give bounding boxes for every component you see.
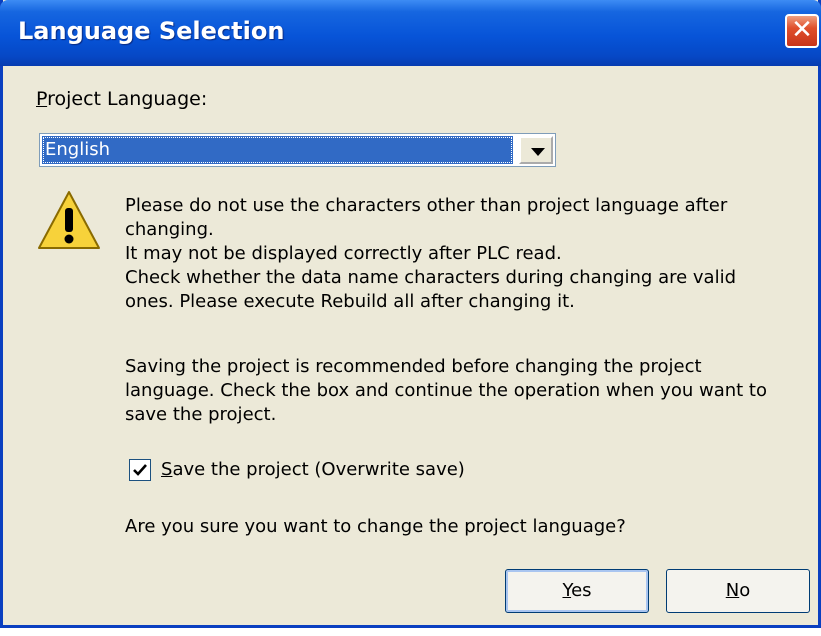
warning-message: Please do not use the characters other t… <box>125 195 737 312</box>
close-icon: ✕ <box>791 15 813 45</box>
warning-icon <box>38 191 100 249</box>
dialog-title: Language Selection <box>18 17 285 45</box>
chevron-down-icon[interactable] <box>519 136 553 164</box>
confirm-question: Are you sure you want to change the proj… <box>125 516 626 537</box>
project-language-value: English <box>42 136 513 164</box>
save-project-checkbox[interactable] <box>129 459 151 481</box>
check-icon <box>133 464 147 476</box>
title-bar[interactable]: Language Selection ✕ <box>0 0 821 66</box>
language-selection-dialog: Language Selection ✕ Project Language: E… <box>0 0 821 628</box>
no-button[interactable]: No <box>666 569 810 613</box>
close-button[interactable]: ✕ <box>785 14 819 48</box>
project-language-select[interactable]: English <box>39 133 556 167</box>
save-recommendation: Saving the project is recommended before… <box>125 356 767 425</box>
save-project-label[interactable]: Save the project (Overwrite save) <box>161 459 465 480</box>
project-language-label: Project Language: <box>36 88 208 110</box>
yes-button[interactable]: Yes <box>505 569 649 613</box>
